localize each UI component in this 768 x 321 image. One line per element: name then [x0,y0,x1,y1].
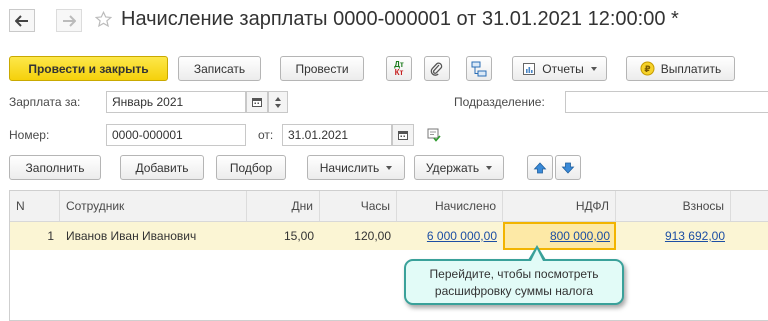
cell-n: 1 [47,229,54,243]
number-label: Номер: [9,128,50,142]
header-contributions[interactable]: Взносы [616,191,731,221]
paperclip-icon [430,62,443,76]
header-employee[interactable]: Сотрудник [60,191,247,221]
chevron-down-icon [590,66,597,71]
tooltip-pointer-fill [531,249,543,261]
contributions-link[interactable]: 913 692,00 [665,229,725,243]
table-header: N Сотрудник Дни Часы Начислено НДФЛ Взно… [10,191,768,222]
withhold-label: Удержать [425,160,480,175]
header-ndfl[interactable]: НДФЛ [503,191,616,221]
arrow-down-icon [561,162,575,174]
table-row[interactable]: 1 Иванов Иван Иванович 15,00 120,00 6 00… [10,222,768,250]
save-button[interactable]: Записать [178,56,261,81]
accruals-table: N Сотрудник Дни Часы Начислено НДФЛ Взно… [9,190,768,321]
reports-button[interactable]: Отчеты [512,56,607,81]
header-accrued[interactable]: Начислено [397,191,503,221]
date-from-label: от: [258,128,274,142]
attach-button[interactable] [424,56,450,81]
chevron-down-icon [386,165,393,170]
header-n[interactable]: N [10,191,60,221]
header-extra [731,191,768,221]
pay-label: Выплатить [660,61,722,76]
structure-icon [471,61,487,76]
cell-days[interactable]: 15,00 [247,222,320,250]
calendar-icon [398,131,408,140]
arrow-right-icon [63,14,76,27]
cell-contributions[interactable]: 913 692,00 [616,222,731,250]
header-days[interactable]: Дни [247,191,320,221]
accrued-link[interactable]: 6 000 000,00 [427,229,497,243]
ndfl-link[interactable]: 800 000,00 [550,229,610,243]
dt-kt-button[interactable]: Дт Кт [386,56,412,81]
tooltip-line-1: Перейдите, чтобы посмотреть [429,267,599,281]
coin-icon: ₽ [640,61,655,76]
tooltip-line-2: расшифровку суммы налога [434,284,594,298]
accrue-label: Начислить [319,160,380,175]
svg-text:₽: ₽ [644,65,650,75]
calendar-button[interactable] [246,91,268,113]
arrow-up-icon [533,161,547,173]
page-title: Начисление зарплаты 0000-000001 от 31.01… [121,8,679,30]
department-field[interactable] [565,91,768,113]
ndfl-tooltip: Перейдите, чтобы посмотреть расшифровку … [404,259,624,305]
cell-ndfl[interactable]: 800 000,00 [503,222,616,250]
withhold-button[interactable]: Удержать [414,155,504,180]
month-stepper[interactable] [268,91,288,113]
post-and-close-button[interactable]: Провести и закрыть [9,56,168,81]
number-field[interactable]: 0000-000001 [106,124,246,146]
pay-button[interactable]: ₽ Выплатить [626,56,735,81]
star-icon[interactable] [95,11,112,28]
document-check-icon[interactable] [427,128,441,142]
salary-for-field[interactable]: Январь 2021 [106,91,246,113]
accrue-button[interactable]: Начислить [307,155,405,180]
salary-for-label: Зарплата за: [9,95,81,109]
header-hours[interactable]: Часы [320,191,397,221]
cell-accrued[interactable]: 6 000 000,00 [397,222,503,250]
report-icon [523,62,536,75]
date-calendar-button[interactable] [392,124,414,146]
move-down-button[interactable] [555,155,581,180]
date-field[interactable]: 31.01.2021 [282,124,392,146]
department-label: Подразделение: [454,95,545,109]
arrow-left-icon [15,14,28,27]
back-button[interactable] [9,9,35,32]
chevron-up-icon [275,96,281,101]
structure-button[interactable] [466,56,492,81]
select-button[interactable]: Подбор [216,155,286,180]
post-button[interactable]: Провести [280,56,364,81]
chevron-down-icon [275,103,281,108]
reports-label: Отчеты [542,61,584,76]
chevron-down-icon [486,165,493,170]
add-button[interactable]: Добавить [120,155,204,180]
forward-button[interactable] [56,9,82,32]
calendar-icon [252,98,262,107]
dt-kt-icon: Дт Кт [394,59,404,77]
move-up-button[interactable] [527,155,553,180]
cell-hours[interactable]: 120,00 [320,222,397,250]
cell-employee[interactable]: Иванов Иван Иванович [60,222,247,250]
fill-button[interactable]: Заполнить [9,155,101,180]
